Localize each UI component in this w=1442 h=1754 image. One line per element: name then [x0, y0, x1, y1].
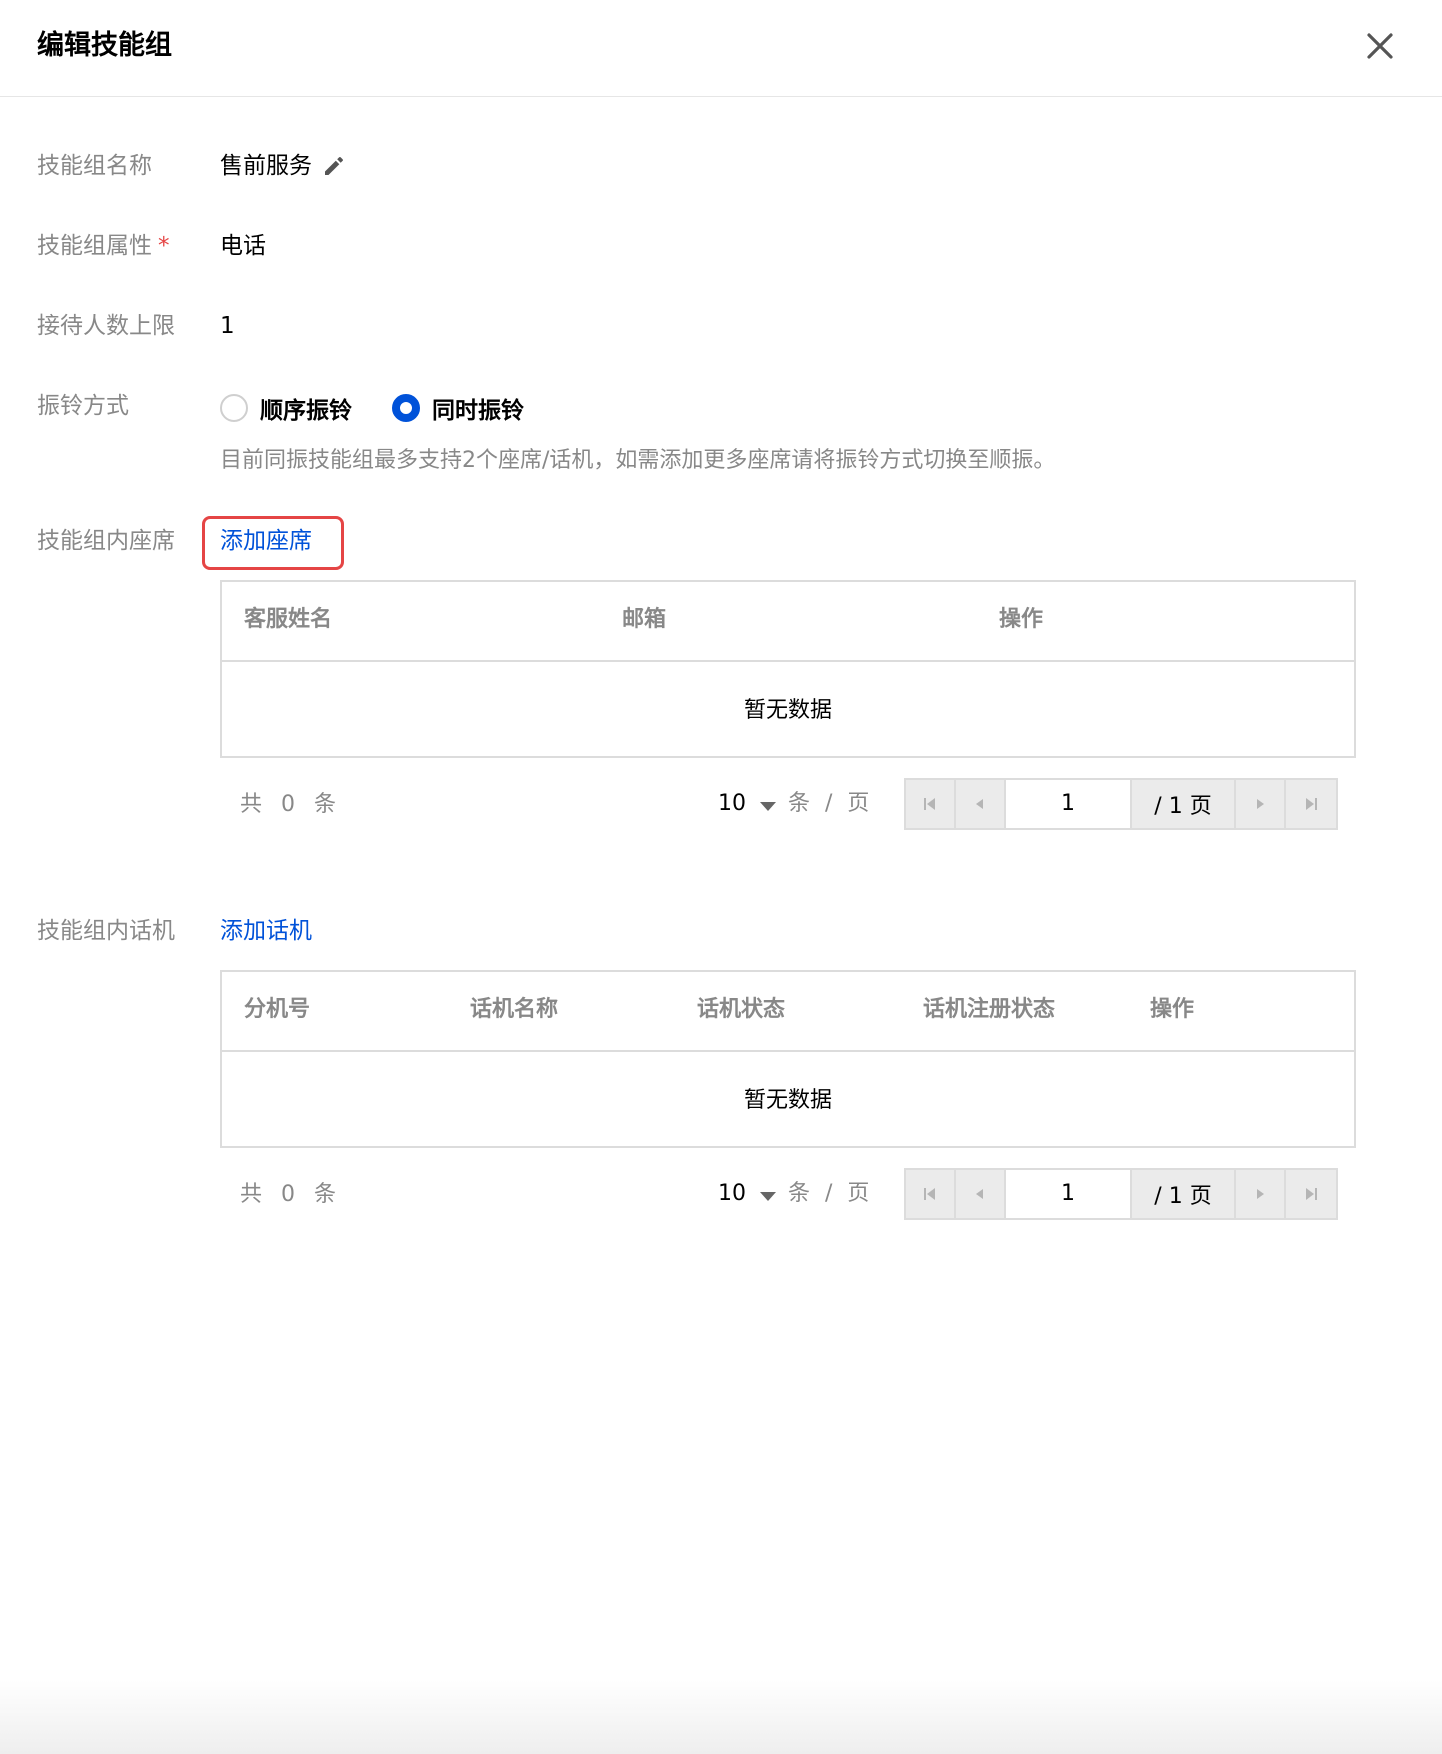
- first-page-button[interactable]: [906, 1170, 956, 1218]
- prev-page-icon: [976, 799, 983, 809]
- bottom-shade: [0, 1680, 1442, 1754]
- first-page-button[interactable]: [906, 780, 956, 828]
- prev-page-button[interactable]: [956, 780, 1006, 828]
- total-pages: / 1 页: [1132, 1170, 1236, 1218]
- prev-page-button[interactable]: [956, 1170, 1006, 1218]
- last-page-icon: [1306, 798, 1317, 810]
- empty-state: 暂无数据: [743, 1088, 832, 1113]
- name-value: 售前服务: [220, 153, 312, 179]
- page-number-input[interactable]: 1: [1006, 780, 1132, 828]
- first-page-icon: [924, 798, 935, 810]
- page-size-select[interactable]: 10: [718, 1179, 776, 1209]
- add-agent-link[interactable]: 添加座席: [220, 525, 312, 557]
- column-header: 话机状态: [697, 997, 786, 1022]
- last-page-button[interactable]: [1286, 1170, 1336, 1218]
- next-page-icon: [1257, 799, 1264, 809]
- dialog-header: [0, 0, 1442, 97]
- per-page-text: 条 / 页: [788, 791, 874, 816]
- limit-value: 1: [220, 313, 235, 339]
- phones-table: 分机号 话机名称 话机状态 话机注册状态 操作 暂无数据: [220, 970, 1356, 1148]
- total-count: 共 0 条: [240, 792, 342, 817]
- column-header: 话机注册状态: [923, 997, 1056, 1022]
- pagination-controls: 1 / 1 页: [904, 1168, 1338, 1220]
- phones-label: 技能组内话机: [37, 918, 175, 944]
- dropdown-caret-icon: [760, 1191, 776, 1201]
- name-label: 技能组名称: [37, 153, 152, 179]
- first-page-icon: [924, 1188, 935, 1200]
- column-header: 话机名称: [470, 997, 559, 1022]
- column-header: 操作: [1150, 997, 1195, 1022]
- radio-sequential[interactable]: 顺序振铃: [220, 390, 352, 426]
- radio-simultaneous[interactable]: 同时振铃: [392, 390, 524, 426]
- column-header: 客服姓名: [244, 607, 333, 632]
- next-page-button[interactable]: [1236, 780, 1286, 828]
- ring-label: 振铃方式: [37, 393, 129, 419]
- page-number-input[interactable]: 1: [1006, 1170, 1132, 1218]
- radio-label: 顺序振铃: [260, 398, 352, 424]
- total-count: 共 0 条: [240, 1182, 342, 1207]
- page-size-select[interactable]: 10: [718, 789, 776, 819]
- per-page-text: 条 / 页: [788, 1181, 874, 1206]
- edit-pencil-icon[interactable]: [322, 154, 346, 178]
- total-pages: / 1 页: [1132, 780, 1236, 828]
- ring-hint: 目前同振技能组最多支持2个座席/话机，如需添加更多座席请将振铃方式切换至顺振。: [220, 448, 1056, 473]
- empty-state: 暂无数据: [743, 698, 832, 723]
- attr-label-text: 技能组属性: [37, 233, 152, 259]
- column-header: 操作: [999, 607, 1044, 632]
- page-size-value: 10: [718, 1181, 746, 1206]
- required-asterisk: *: [158, 233, 170, 259]
- agents-table: 客服姓名 邮箱 操作 暂无数据: [220, 580, 1356, 758]
- last-page-icon: [1306, 1188, 1317, 1200]
- next-page-icon: [1257, 1189, 1264, 1199]
- next-page-button[interactable]: [1236, 1170, 1286, 1218]
- radio-circle-selected: [392, 394, 420, 422]
- pagination-controls: 1 / 1 页: [904, 778, 1338, 830]
- attr-value: 电话: [220, 233, 266, 259]
- radio-circle: [220, 394, 248, 422]
- column-header: 邮箱: [622, 607, 667, 632]
- agents-label: 技能组内座席: [37, 528, 175, 554]
- last-page-button[interactable]: [1286, 780, 1336, 828]
- add-phone-link[interactable]: 添加话机: [220, 915, 312, 947]
- dialog-title: 编辑技能组: [37, 30, 172, 61]
- page-size-value: 10: [718, 791, 746, 816]
- close-icon[interactable]: [1364, 30, 1396, 62]
- table-header: 分机号 话机名称 话机状态 话机注册状态 操作: [222, 972, 1354, 1052]
- column-header: 分机号: [244, 997, 311, 1022]
- attr-label: 技能组属性 *: [37, 230, 170, 262]
- dropdown-caret-icon: [760, 801, 776, 811]
- limit-label: 接待人数上限: [37, 313, 175, 339]
- prev-page-icon: [976, 1189, 983, 1199]
- radio-label: 同时振铃: [432, 398, 524, 424]
- table-header: 客服姓名 邮箱 操作: [222, 582, 1354, 662]
